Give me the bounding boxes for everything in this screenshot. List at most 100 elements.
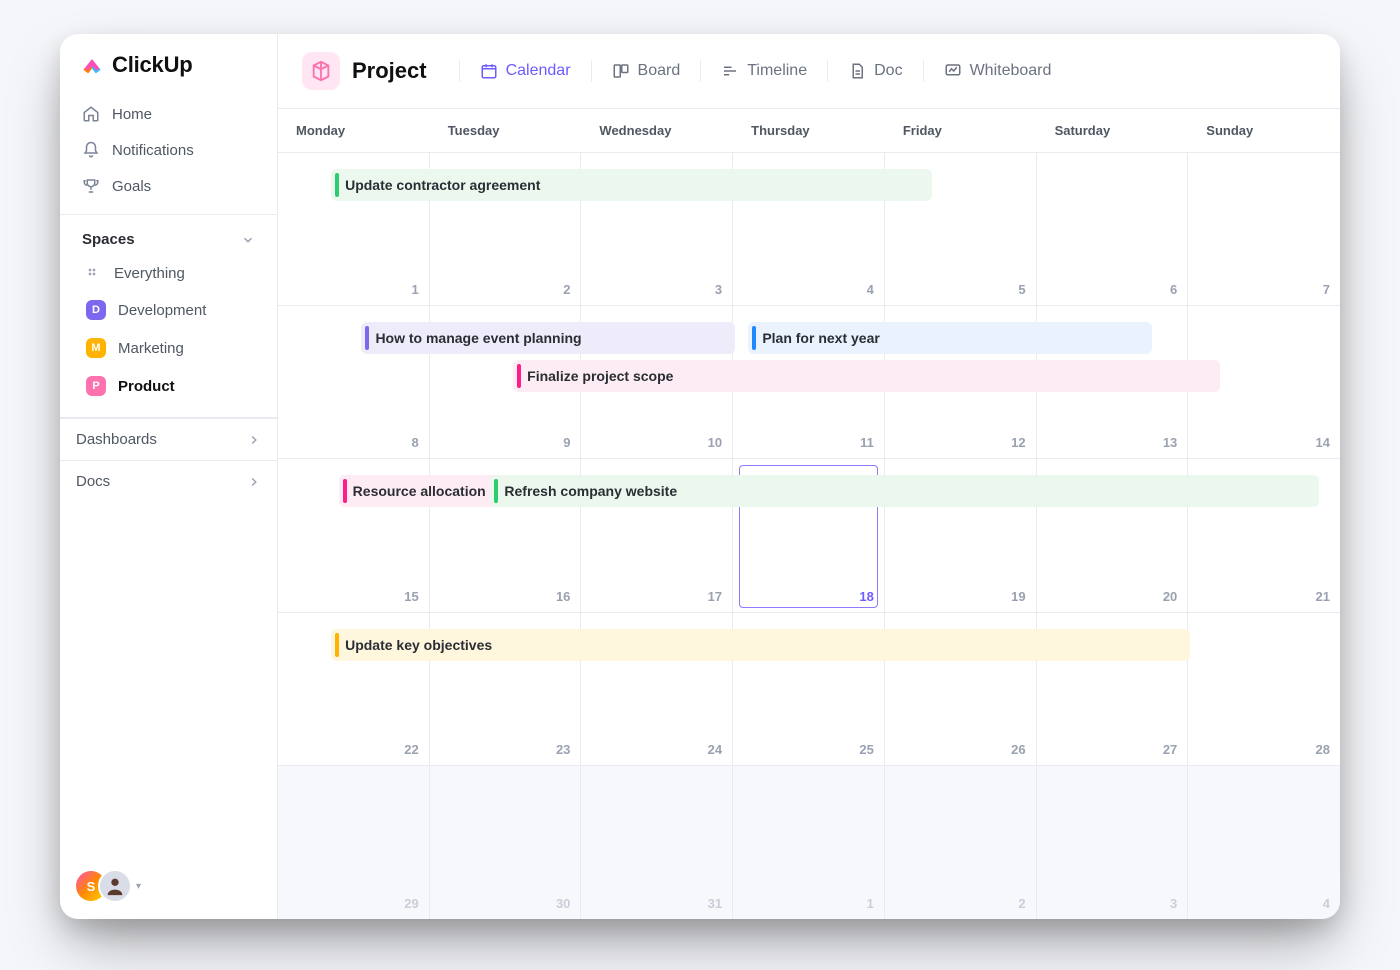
caret-down-icon: ▾ [136, 881, 141, 892]
calendar-event[interactable]: Plan for next year [748, 322, 1152, 354]
avatar [100, 871, 130, 901]
calendar-cell[interactable]: 1 [733, 766, 885, 919]
space-item-development[interactable]: D Development [74, 291, 263, 329]
calendar-cell[interactable]: 3 [1037, 766, 1189, 919]
calendar-cell[interactable]: 28 [1188, 613, 1340, 765]
day-number: 10 [708, 435, 722, 450]
event-label: How to manage event planning [375, 330, 581, 346]
day-number: 14 [1316, 435, 1330, 450]
tab-label: Whiteboard [970, 62, 1052, 80]
spaces-header[interactable]: Spaces [70, 229, 267, 256]
day-number: 4 [1323, 896, 1330, 911]
chevron-down-icon [241, 233, 255, 247]
day-number: 26 [1011, 742, 1025, 757]
calendar-week: 1234567Update contractor agreement [278, 153, 1340, 306]
sidebar-item-home[interactable]: Home [70, 96, 267, 132]
space-badge: D [86, 300, 106, 320]
user-avatars[interactable]: S ▾ [76, 871, 141, 901]
day-number: 22 [404, 742, 418, 757]
sidebar-item-notifications[interactable]: Notifications [70, 132, 267, 168]
calendar-event[interactable]: Update contractor agreement [331, 169, 932, 201]
brand[interactable]: ClickUp [60, 34, 277, 92]
tab-whiteboard[interactable]: Whiteboard [938, 56, 1058, 86]
calendar-event[interactable]: Update key objectives [331, 629, 1190, 661]
weekday-label: Tuesday [430, 109, 582, 152]
day-number: 9 [563, 435, 570, 450]
timeline-icon [721, 62, 739, 80]
day-number: 2 [563, 282, 570, 297]
board-icon [612, 62, 630, 80]
sidebar-nav: Home Notifications Goals [60, 92, 277, 214]
calendar-week: 15161718192021Resource allocationRefresh… [278, 459, 1340, 612]
calendar-grid: 1234567Update contractor agreement891011… [278, 153, 1340, 919]
tab-doc[interactable]: Doc [842, 56, 908, 86]
space-item-label: Everything [114, 265, 185, 282]
space-item-marketing[interactable]: M Marketing [74, 329, 263, 367]
space-badge: M [86, 338, 106, 358]
calendar-weekday-header: MondayTuesdayWednesdayThursdayFridaySatu… [278, 109, 1340, 153]
sidebar-item-goals[interactable]: Goals [70, 168, 267, 204]
weekday-label: Saturday [1037, 109, 1189, 152]
spaces-section: Spaces Everything D Development M Market… [60, 214, 277, 411]
weekday-label: Wednesday [581, 109, 733, 152]
calendar-cell[interactable]: 6 [1037, 153, 1189, 305]
brand-name: ClickUp [112, 52, 193, 78]
calendar-cell[interactable]: 7 [1188, 153, 1340, 305]
space-item-label: Development [118, 302, 206, 319]
view-tabs: Calendar Board Timeline Doc [451, 56, 1058, 86]
sidebar-item-docs[interactable]: Docs [60, 460, 277, 502]
tab-label: Doc [874, 62, 902, 80]
calendar-icon [480, 62, 498, 80]
tab-label: Timeline [747, 62, 807, 80]
day-number: 21 [1316, 589, 1330, 604]
day-number: 8 [411, 435, 418, 450]
tab-label: Calendar [506, 62, 571, 80]
calendar-cell[interactable]: 2 [885, 766, 1037, 919]
tab-board[interactable]: Board [606, 56, 687, 86]
calendar-event[interactable]: Finalize project scope [513, 360, 1220, 392]
day-number: 13 [1163, 435, 1177, 450]
day-number: 4 [867, 282, 874, 297]
day-number: 15 [404, 589, 418, 604]
whiteboard-icon [944, 62, 962, 80]
day-number: 23 [556, 742, 570, 757]
calendar-week: 22 23 24 25 26 27 28 Update key objectives [278, 613, 1340, 766]
weekday-label: Monday [278, 109, 430, 152]
day-number: 31 [708, 896, 722, 911]
space-item-label: Marketing [118, 340, 184, 357]
project-title: Project [352, 58, 427, 84]
day-number: 1 [867, 896, 874, 911]
day-number: 7 [1323, 282, 1330, 297]
space-badge: P [86, 376, 106, 396]
day-number: 28 [1316, 742, 1330, 757]
calendar-event[interactable]: Refresh company website [490, 475, 1318, 507]
main: Project Calendar Board Timeline [278, 34, 1340, 919]
calendar-cell[interactable]: 30 [430, 766, 582, 919]
home-icon [82, 105, 100, 123]
space-item-product[interactable]: P Product [74, 367, 263, 405]
sidebar-item-label: Home [112, 106, 152, 123]
calendar-cell[interactable]: 4 [1188, 766, 1340, 919]
tab-calendar[interactable]: Calendar [474, 56, 577, 86]
calendar-cell[interactable]: 31 [581, 766, 733, 919]
day-number: 19 [1011, 589, 1025, 604]
day-number: 24 [708, 742, 722, 757]
project-header[interactable]: Project [302, 52, 427, 90]
bell-icon [82, 141, 100, 159]
cube-icon [302, 52, 340, 90]
sidebar-item-dashboards[interactable]: Dashboards [60, 418, 277, 460]
day-number: 16 [556, 589, 570, 604]
calendar-week: 2930 31 1 23 4 [278, 766, 1340, 919]
trophy-icon [82, 177, 100, 195]
tab-timeline[interactable]: Timeline [715, 56, 813, 86]
day-number: 17 [708, 589, 722, 604]
day-number: 3 [715, 282, 722, 297]
calendar-cell[interactable]: 29 [278, 766, 430, 919]
grid-icon [86, 266, 102, 282]
day-number: 27 [1163, 742, 1177, 757]
day-number: 2 [1018, 896, 1025, 911]
doc-icon [848, 62, 866, 80]
day-number: 25 [859, 742, 873, 757]
space-item-everything[interactable]: Everything [74, 256, 263, 291]
calendar-event[interactable]: How to manage event planning [361, 322, 734, 354]
